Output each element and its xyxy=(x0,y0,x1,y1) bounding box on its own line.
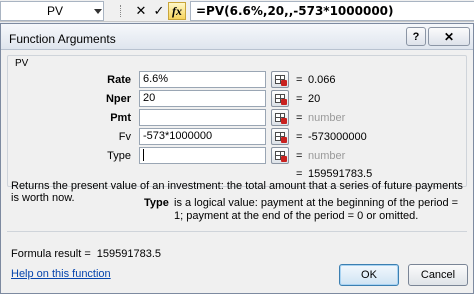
formula-result: Formula result = 159591783.5 xyxy=(11,248,161,260)
close-button[interactable]: ✕ xyxy=(428,27,470,46)
collapse-dialog-icon[interactable] xyxy=(271,128,289,145)
name-box[interactable]: PV xyxy=(0,1,104,21)
text-caret xyxy=(143,149,144,162)
formula-result-value: 159591783.5 xyxy=(96,248,162,260)
pmt-equals: = xyxy=(296,112,303,124)
chevron-down-icon[interactable] xyxy=(94,9,102,14)
nper-equals: = xyxy=(296,93,303,105)
parameter-description: is a logical value: payment at the begin… xyxy=(174,197,459,222)
collapse-dialog-icon[interactable] xyxy=(271,147,289,164)
fv-equals: = xyxy=(296,131,303,143)
type-equals: = xyxy=(296,150,303,162)
divider xyxy=(7,231,467,232)
cancel-button[interactable]: Cancel xyxy=(408,264,468,286)
formula-bar: PV ✕ ✓ fx =PV(6.6%,20,,-573*1000000) xyxy=(0,0,474,22)
help-on-function-link[interactable]: Help on this function xyxy=(11,268,111,280)
pmt-label: Pmt xyxy=(110,112,131,124)
insert-function-icon[interactable]: fx xyxy=(168,2,186,20)
rate-input[interactable]: 6.6% xyxy=(139,71,266,88)
function-result-equals: = xyxy=(296,168,303,180)
function-arguments-dialog: Function Arguments ? ✕ PV Rate 6.6% = 0.… xyxy=(0,23,474,294)
dialog-titlebar[interactable]: Function Arguments ? ✕ xyxy=(1,24,473,50)
ok-button[interactable]: OK xyxy=(339,264,399,286)
rate-result: 0.066 xyxy=(308,74,336,86)
collapse-dialog-icon[interactable] xyxy=(271,90,289,107)
nper-label: Nper xyxy=(105,93,131,105)
type-input[interactable] xyxy=(139,147,266,164)
pmt-input[interactable] xyxy=(139,109,266,126)
help-button[interactable]: ? xyxy=(406,27,426,46)
nper-input[interactable]: 20 xyxy=(139,90,266,107)
enter-checkmark-icon[interactable]: ✓ xyxy=(150,2,168,20)
fv-result: -573000000 xyxy=(308,131,367,143)
dialog-title: Function Arguments xyxy=(9,32,116,46)
rate-equals: = xyxy=(296,74,303,86)
collapse-dialog-icon[interactable] xyxy=(271,109,289,126)
fv-input[interactable]: -573*1000000 xyxy=(139,128,266,145)
parameter-name: Type xyxy=(144,197,169,209)
cancel-entry-icon[interactable]: ✕ xyxy=(132,2,150,20)
formula-result-label: Formula result = xyxy=(11,248,91,260)
type-label: Type xyxy=(107,150,131,162)
nper-result: 20 xyxy=(308,93,321,105)
rate-label: Rate xyxy=(107,74,131,86)
function-result-value: 159591783.5 xyxy=(308,168,373,180)
resize-grip[interactable] xyxy=(120,5,122,17)
fv-label: Fv xyxy=(118,131,131,143)
collapse-dialog-icon[interactable] xyxy=(271,71,289,88)
name-box-value: PV xyxy=(47,4,64,18)
formula-input[interactable]: =PV(6.6%,20,,-573*1000000) xyxy=(190,1,474,21)
function-name-label: PV xyxy=(13,58,31,69)
pmt-result: number xyxy=(308,112,346,124)
type-result: number xyxy=(308,150,346,162)
